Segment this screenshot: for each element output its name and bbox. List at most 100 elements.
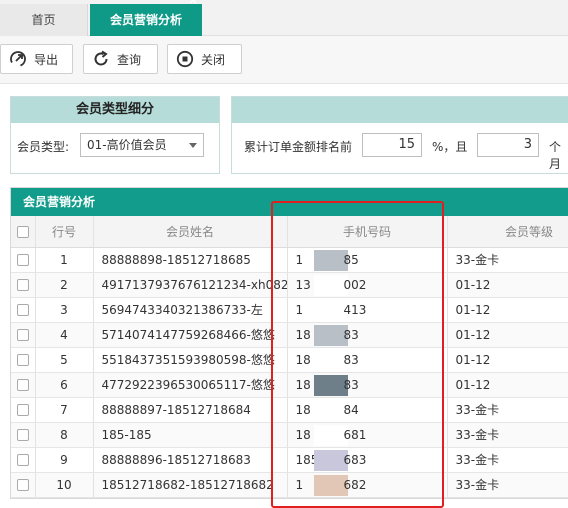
row-checkbox[interactable] — [16, 479, 29, 491]
close-tab-icon[interactable]: × — [188, 0, 198, 6]
member-name: 88888896-18512718683 — [93, 447, 288, 473]
table-row[interactable]: 4 5714074147759268466-悠悠 18 83 01-12 — [11, 322, 568, 348]
row-select-cell[interactable] — [11, 447, 36, 473]
ranking-panel: 累计订单金额排名前 15 %，且 3 个月 — [231, 96, 568, 174]
phone-number: 18 83 — [287, 322, 448, 348]
table-row[interactable]: 7 88888897-18512718684 18 84 33-金卡 — [11, 397, 568, 423]
row-number: 2 — [35, 272, 94, 298]
export-label: 导出 — [34, 52, 59, 67]
member-level: 01-12 — [447, 297, 568, 323]
col-row-no[interactable]: 行号 — [35, 216, 94, 248]
phone-mask — [313, 299, 348, 321]
select-all-checkbox[interactable] — [16, 225, 29, 238]
member-level: 01-12 — [447, 372, 568, 398]
select-all-cell[interactable] — [11, 216, 36, 248]
table-row[interactable]: 1 88888898-18512718685 1 85 33-金卡 — [11, 247, 568, 273]
row-number: 5 — [35, 347, 94, 373]
tab-bar: 首页 会员营销分析 × — [0, 0, 568, 36]
row-checkbox[interactable] — [16, 429, 29, 441]
table-row[interactable]: 9 88888896-18512718683 185 683 33-金卡 — [11, 447, 568, 473]
row-checkbox[interactable] — [16, 454, 29, 466]
phone-number: 185 683 — [287, 447, 448, 473]
member-name: 5714074147759268466-悠悠 — [93, 322, 288, 348]
export-icon — [10, 51, 26, 67]
table-row[interactable]: 5 5518437351593980598-悠悠 18 83 01-12 — [11, 347, 568, 373]
row-checkbox[interactable] — [16, 354, 29, 366]
table-row[interactable]: 8 185-185 18 681 33-金卡 — [11, 422, 568, 448]
table-row[interactable]: 2 4917137937676121234-xh0824 13 002 01-12 — [11, 272, 568, 298]
phone-number: 18 83 — [287, 347, 448, 373]
toolbar: 导出 查询 关闭 — [0, 36, 568, 84]
member-level: 33-金卡 — [447, 422, 568, 448]
member-name: 18512718682-18512718682 — [93, 472, 288, 498]
tab-home[interactable]: 首页 — [0, 4, 88, 36]
row-select-cell[interactable] — [11, 372, 36, 398]
stop-icon — [176, 50, 194, 68]
member-name: 88888897-18512718684 — [93, 397, 288, 423]
phone-suffix: 83 — [343, 377, 359, 392]
close-button[interactable]: 关闭 — [167, 44, 242, 74]
row-checkbox[interactable] — [16, 279, 29, 291]
table-row[interactable]: 10 18512718682-18512718682 1 682 33-金卡 — [11, 472, 568, 498]
phone-mask — [313, 474, 348, 496]
row-checkbox[interactable] — [16, 254, 29, 266]
table-header-row: 行号 会员姓名 手机号码 会员等级 — [11, 216, 568, 248]
row-select-cell[interactable] — [11, 272, 36, 298]
row-checkbox[interactable] — [16, 304, 29, 316]
table-row[interactable]: 3 5694743340321386733-左 1 413 01-12 — [11, 297, 568, 323]
phone-mask — [313, 274, 348, 296]
member-name: 88888898-18512718685 — [93, 247, 288, 273]
months-suffix: 个月 — [549, 140, 562, 171]
member-level: 01-12 — [447, 272, 568, 298]
row-checkbox[interactable] — [16, 379, 29, 391]
phone-mask — [313, 349, 348, 371]
row-select-cell[interactable] — [11, 247, 36, 273]
row-select-cell[interactable] — [11, 472, 36, 498]
tab-member-marketing[interactable]: 会员营销分析 × — [90, 0, 202, 36]
export-button[interactable]: 导出 — [0, 44, 73, 74]
table-row[interactable]: 6 4772922396530065117-悠悠 18 83 01-12 — [11, 372, 568, 398]
query-label: 查询 — [117, 52, 142, 67]
member-level: 33-金卡 — [447, 397, 568, 423]
phone-suffix: 683 — [343, 452, 367, 467]
row-select-cell[interactable] — [11, 347, 36, 373]
phone-mask — [313, 449, 348, 471]
phone-suffix: 85 — [343, 252, 359, 267]
member-table: 行号 会员姓名 手机号码 会员等级 1 88888898-18512718685 1… — [11, 216, 568, 498]
member-type-value: 01-高价值会员 — [87, 138, 167, 152]
row-number: 8 — [35, 422, 94, 448]
phone-number: 18 681 — [287, 422, 448, 448]
col-level[interactable]: 会员等级 — [447, 216, 568, 248]
member-grid: 会员营销分析 行号 会员姓名 手机号码 会员等级 1 88888898-18512… — [10, 187, 568, 499]
phone-mask — [313, 249, 348, 271]
phone-suffix: 681 — [343, 427, 367, 442]
row-number: 3 — [35, 297, 94, 323]
phone-suffix: 84 — [343, 402, 359, 417]
tab-member-marketing-label: 会员营销分析 — [109, 13, 182, 27]
col-phone[interactable]: 手机号码 — [287, 216, 448, 248]
row-checkbox[interactable] — [16, 404, 29, 416]
member-level: 33-金卡 — [447, 472, 568, 498]
row-number: 1 — [35, 247, 94, 273]
member-name: 5518437351593980598-悠悠 — [93, 347, 288, 373]
phone-mask — [313, 399, 348, 421]
row-select-cell[interactable] — [11, 297, 36, 323]
member-level: 01-12 — [447, 347, 568, 373]
phone-suffix: 83 — [343, 352, 359, 367]
months-input[interactable]: 3 — [477, 133, 539, 157]
row-select-cell[interactable] — [11, 397, 36, 423]
member-type-label: 会员类型: — [17, 140, 70, 154]
col-name[interactable]: 会员姓名 — [93, 216, 288, 248]
row-select-cell[interactable] — [11, 422, 36, 448]
member-name: 185-185 — [93, 422, 288, 448]
member-type-panel: 会员类型细分 会员类型: 01-高价值会员 — [10, 96, 220, 174]
row-number: 9 — [35, 447, 94, 473]
grid-title: 会员营销分析 — [11, 188, 568, 216]
refresh-icon — [94, 50, 108, 66]
row-checkbox[interactable] — [16, 329, 29, 341]
percent-input[interactable]: 15 — [362, 133, 422, 157]
query-button[interactable]: 查询 — [83, 44, 158, 74]
row-select-cell[interactable] — [11, 322, 36, 348]
member-level: 33-金卡 — [447, 447, 568, 473]
member-type-select[interactable]: 01-高价值会员 — [80, 133, 204, 157]
